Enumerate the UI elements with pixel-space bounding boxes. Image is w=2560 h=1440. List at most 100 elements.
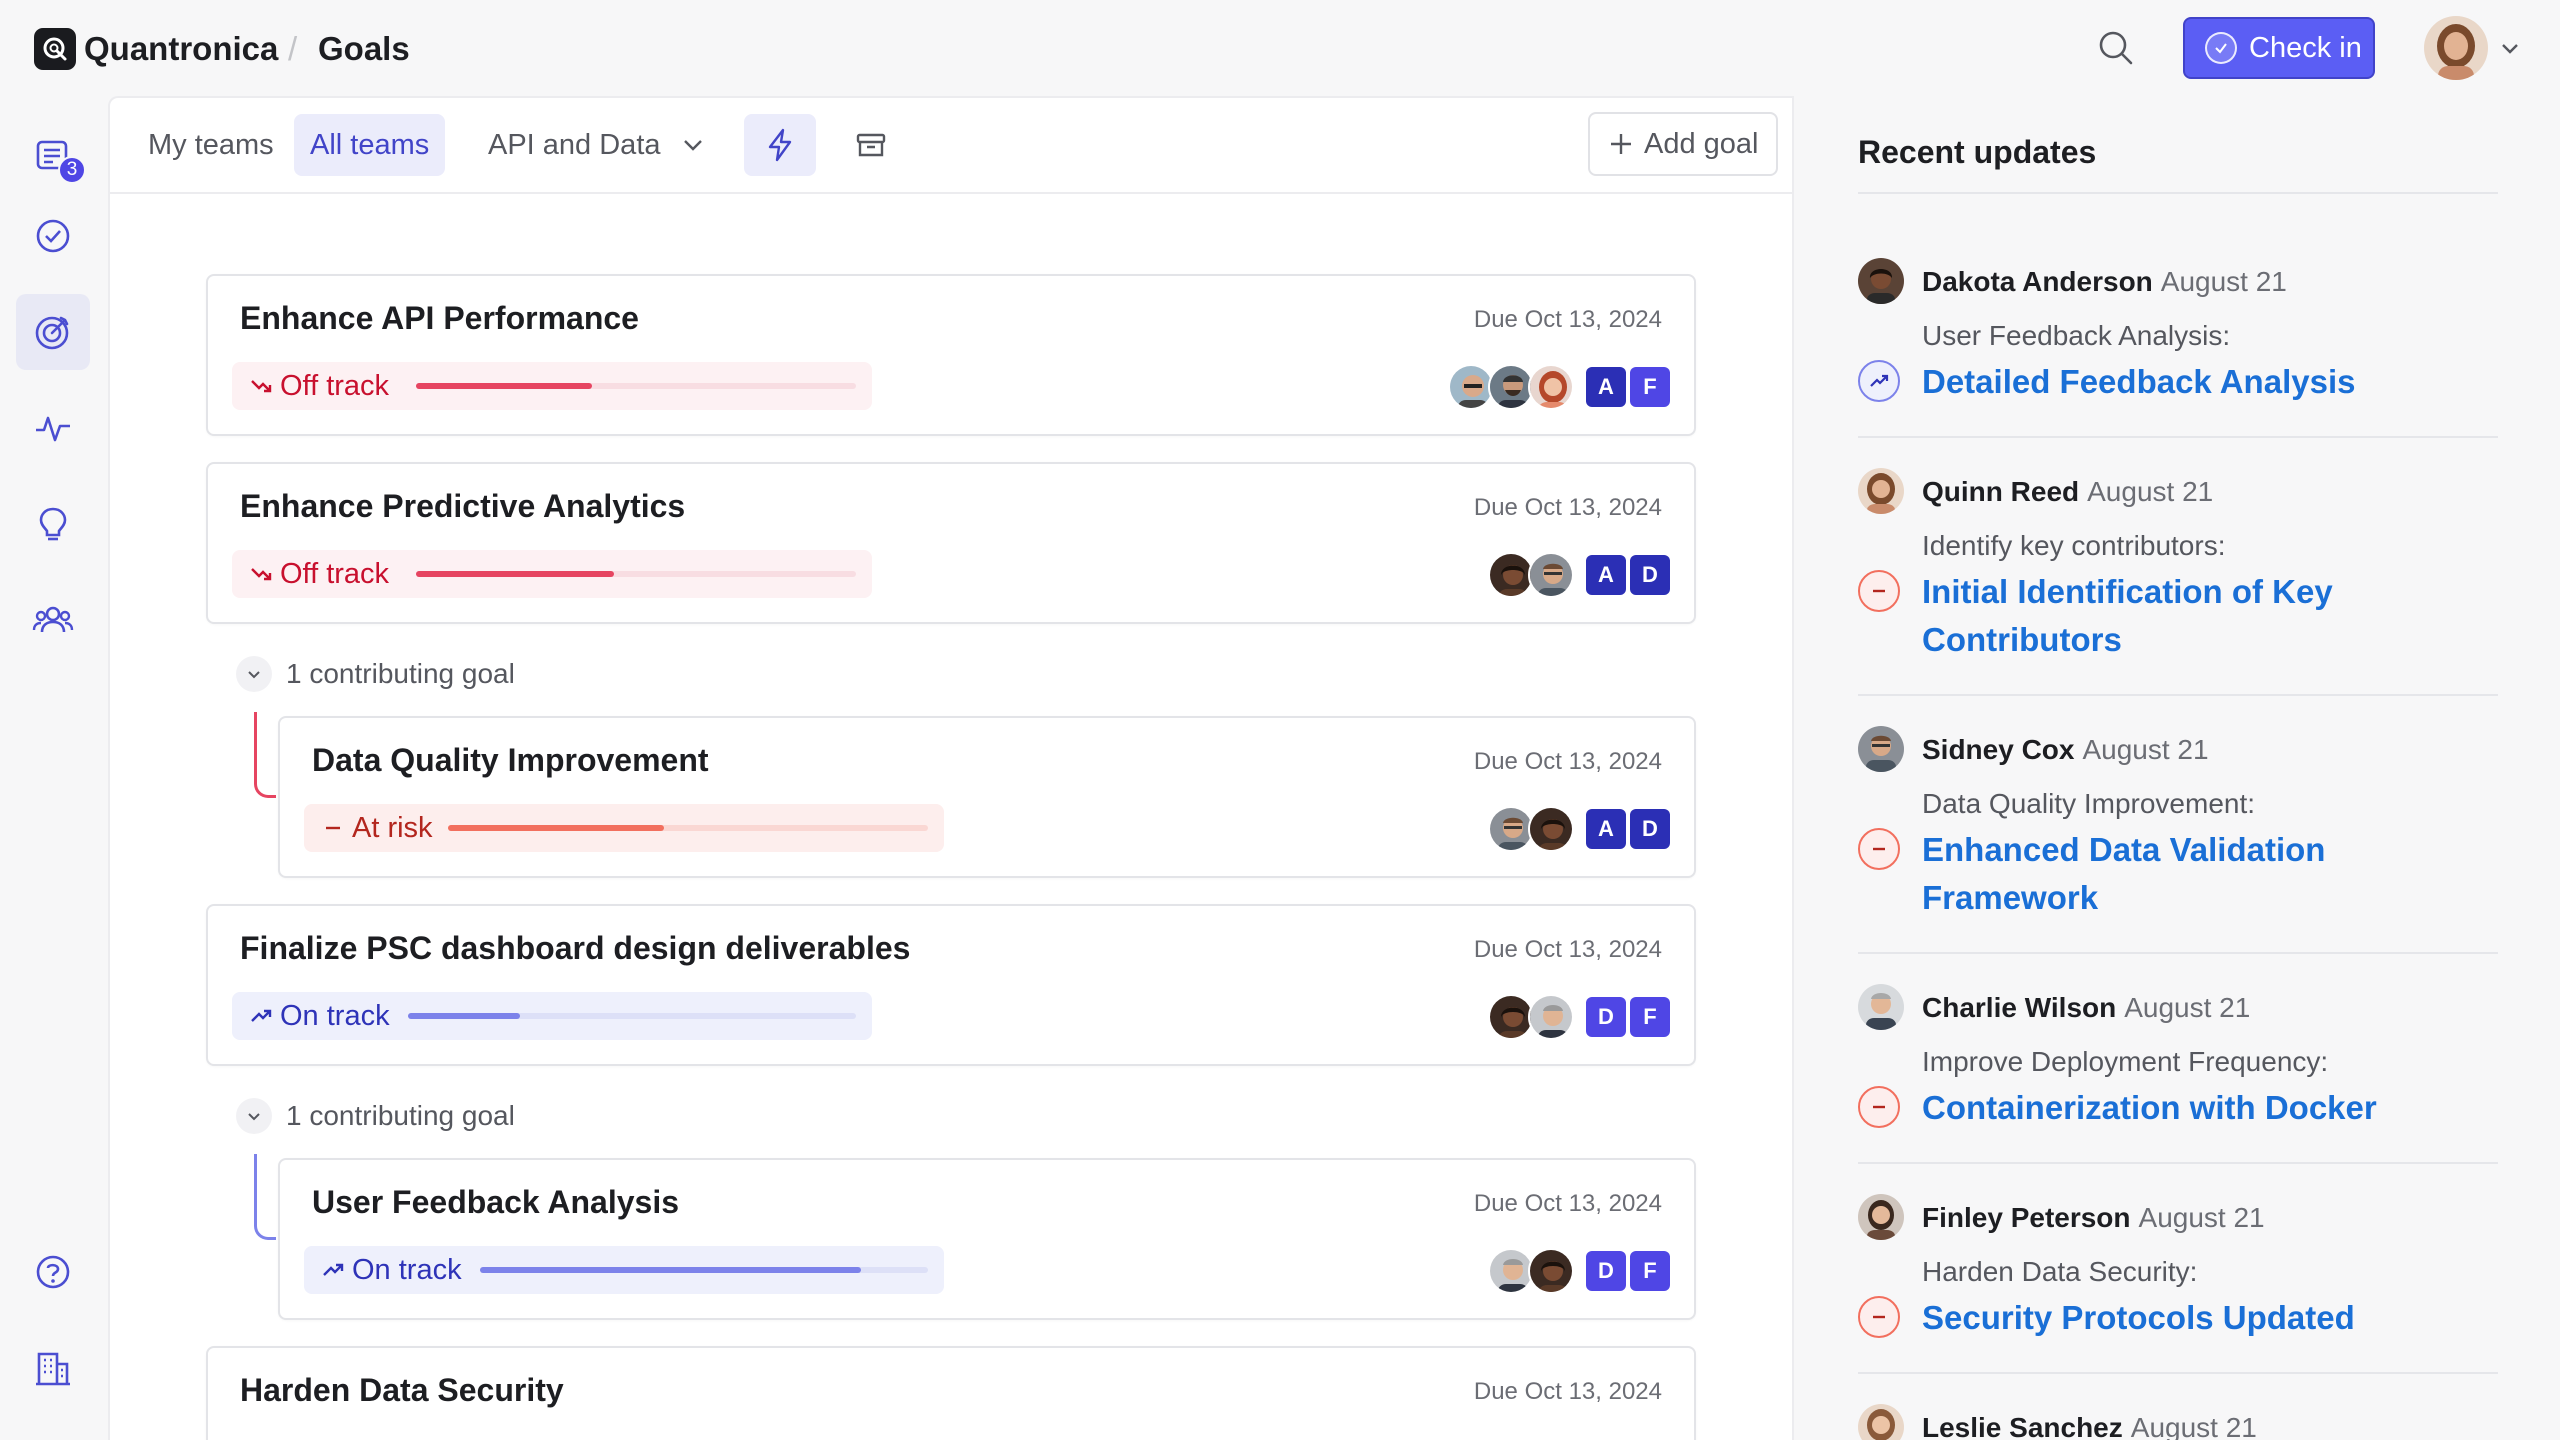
goal-card-enhance-predictive-analytics[interactable]: Enhance Predictive Analytics Due Oct 13,…	[206, 462, 1696, 624]
avatar[interactable]	[1528, 364, 1574, 410]
initials-badge[interactable]: F	[1630, 1251, 1670, 1291]
update-date: August 21	[2082, 734, 2209, 765]
archive-icon[interactable]	[840, 114, 902, 176]
minus-icon	[320, 815, 346, 841]
left-rail: 3	[0, 96, 108, 1440]
brand-name[interactable]: Quantronica	[84, 30, 278, 68]
at-risk-icon	[1858, 1086, 1900, 1128]
update-goal-name[interactable]: Data Quality Improvement:	[1922, 788, 2255, 820]
initials-badge[interactable]: A	[1586, 809, 1626, 849]
goal-card-enhance-api-performance[interactable]: Enhance API Performance Due Oct 13, 2024…	[206, 274, 1696, 436]
user-avatar[interactable]	[2424, 16, 2488, 80]
goals-toolbar: My teams All teams API and Data Add goal	[110, 98, 1792, 194]
add-goal-button[interactable]: Add goal	[1588, 112, 1778, 176]
update-date: August 21	[2160, 266, 2287, 297]
avatar[interactable]	[1858, 1194, 1904, 1240]
goal-card-harden-data-security[interactable]: Harden Data Security Due Oct 13, 2024	[206, 1346, 1696, 1440]
progress-track	[480, 1267, 928, 1273]
rail-organization[interactable]	[16, 1330, 90, 1406]
goals-panel: My teams All teams API and Data Add goal…	[108, 96, 1794, 1440]
avatar[interactable]	[1858, 984, 1904, 1030]
update-author[interactable]: Charlie Wilson August 21	[1922, 992, 2250, 1024]
update-goal-name[interactable]: Harden Data Security:	[1922, 1256, 2197, 1288]
tab-all-teams[interactable]: All teams	[294, 114, 446, 176]
lightning-icon[interactable]	[744, 114, 816, 176]
goal-card-finalize-psc-dashboard[interactable]: Finalize PSC dashboard design deliverabl…	[206, 904, 1696, 1066]
goal-title[interactable]: Enhance API Performance	[240, 300, 639, 337]
goal-owners: D F	[1488, 1248, 1670, 1294]
goal-status[interactable]: On track	[232, 992, 872, 1040]
goal-status[interactable]: On track	[304, 1246, 944, 1294]
trend-up-icon	[320, 1257, 346, 1283]
initials-badge[interactable]: F	[1630, 997, 1670, 1037]
update-author[interactable]: Dakota Anderson August 21	[1922, 266, 2287, 298]
goal-title[interactable]: Finalize PSC dashboard design deliverabl…	[240, 930, 910, 967]
breadcrumb-goals[interactable]: Goals	[318, 30, 410, 68]
goal-title[interactable]: Harden Data Security	[240, 1372, 564, 1409]
avatar[interactable]	[1858, 726, 1904, 772]
initials-badge[interactable]: F	[1630, 367, 1670, 407]
rail-inbox[interactable]: 3	[16, 118, 90, 194]
avatar[interactable]	[1528, 1248, 1574, 1294]
rail-people[interactable]	[16, 582, 90, 658]
update-author[interactable]: Finley Peterson August 21	[1922, 1202, 2265, 1234]
tab-my-teams[interactable]: My teams	[132, 114, 290, 176]
update-link[interactable]: Detailed Feedback Analysis	[1922, 358, 2482, 406]
update-goal-name[interactable]: User Feedback Analysis:	[1922, 320, 2230, 352]
goal-due-date: Due Oct 13, 2024	[1473, 748, 1662, 775]
goal-title[interactable]: Data Quality Improvement	[312, 742, 709, 779]
update-link[interactable]: Initial Identification of Key Contributo…	[1922, 568, 2482, 664]
update-link[interactable]: Containerization with Docker	[1922, 1084, 2482, 1132]
initials-badge[interactable]: A	[1586, 555, 1626, 595]
update-link[interactable]: Security Protocols Updated	[1922, 1294, 2482, 1342]
avatar[interactable]	[1528, 994, 1574, 1040]
avatar[interactable]	[1858, 468, 1904, 514]
update-goal-name[interactable]: Improve Deployment Frequency:	[1922, 1046, 2328, 1078]
initials-badge[interactable]: A	[1586, 367, 1626, 407]
update-author[interactable]: Leslie Sanchez August 21	[1922, 1412, 2257, 1440]
add-goal-label: Add goal	[1644, 127, 1759, 160]
tab-api-and-data[interactable]: API and Data	[472, 114, 677, 176]
rail-help[interactable]	[16, 1234, 90, 1310]
initials-badge[interactable]: D	[1586, 1251, 1626, 1291]
status-label: On track	[352, 1253, 462, 1286]
rail-activity[interactable]	[16, 390, 90, 466]
goal-card-user-feedback-analysis[interactable]: User Feedback Analysis Due Oct 13, 2024 …	[278, 1158, 1696, 1320]
chevron-down-icon[interactable]	[2498, 36, 2522, 65]
on-track-icon	[1858, 360, 1900, 402]
goal-status[interactable]: Off track	[232, 362, 872, 410]
rail-tasks[interactable]	[16, 198, 90, 274]
chevron-down-icon[interactable]	[680, 132, 706, 163]
initials-badge[interactable]: D	[1630, 555, 1670, 595]
update-date: August 21	[2138, 1202, 2265, 1233]
check-circle-icon	[2205, 32, 2237, 64]
contributing-goals-toggle[interactable]: 1 contributing goal	[236, 654, 515, 694]
goal-connector-line	[254, 712, 276, 798]
avatar[interactable]	[1858, 258, 1904, 304]
target-icon	[35, 316, 69, 350]
goal-status[interactable]: Off track	[232, 550, 872, 598]
goal-card-data-quality-improvement[interactable]: Data Quality Improvement Due Oct 13, 202…	[278, 716, 1696, 878]
divider	[1858, 1162, 2498, 1164]
rail-goals[interactable]	[16, 294, 90, 370]
goal-status[interactable]: At risk	[304, 804, 944, 852]
search-icon[interactable]	[2096, 28, 2136, 68]
initials-badge[interactable]: D	[1630, 809, 1670, 849]
initials-badge[interactable]: D	[1586, 997, 1626, 1037]
goal-title[interactable]: Enhance Predictive Analytics	[240, 488, 685, 525]
goal-title[interactable]: User Feedback Analysis	[312, 1184, 679, 1221]
quantronica-logo-icon[interactable]	[34, 28, 76, 70]
update-author[interactable]: Quinn Reed August 21	[1922, 476, 2213, 508]
avatar[interactable]	[1528, 552, 1574, 598]
update-author[interactable]: Sidney Cox August 21	[1922, 734, 2209, 766]
inbox-badge: 3	[58, 156, 86, 184]
contributing-goals-toggle[interactable]: 1 contributing goal	[236, 1096, 515, 1136]
avatar[interactable]	[1858, 1404, 1904, 1440]
goal-due-date: Due Oct 13, 2024	[1473, 306, 1662, 333]
avatar[interactable]	[1528, 806, 1574, 852]
update-link[interactable]: Enhanced Data Validation Framework	[1922, 826, 2482, 922]
update-goal-name[interactable]: Identify key contributors:	[1922, 530, 2225, 562]
update-item: Dakota Anderson August 21 User Feedback A…	[1858, 258, 2498, 408]
rail-ideas[interactable]	[16, 486, 90, 562]
check-in-button[interactable]: Check in	[2183, 17, 2375, 79]
